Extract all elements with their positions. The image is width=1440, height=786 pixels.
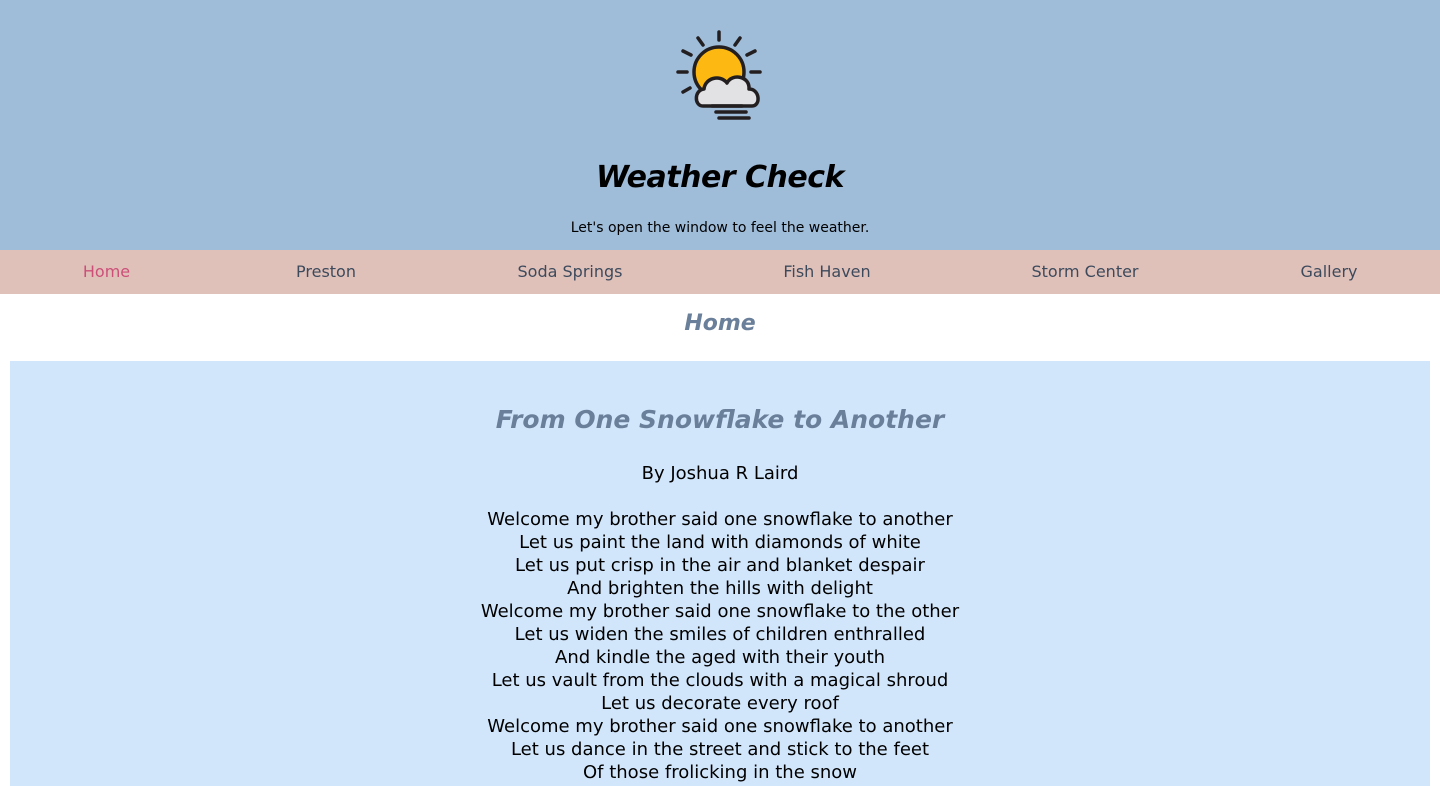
nav-item-fish-haven[interactable]: Fish Haven — [765, 250, 889, 294]
poem-line: Of those frolicking in the snow — [582, 762, 858, 783]
poem-line: Welcome my brother said one snowflake to… — [487, 716, 953, 737]
main-navigation: Home Preston Soda Springs Fish Haven Sto… — [0, 250, 1440, 294]
page-title: Home — [684, 311, 756, 336]
site-tagline: Let's open the window to feel the weathe… — [570, 220, 870, 236]
nav-item-home[interactable]: Home — [59, 250, 154, 294]
site-header: Weather Check Let's open the window to f… — [0, 0, 1440, 250]
poem-line: Let us decorate every roof — [601, 693, 839, 714]
poem-panel: From One Snowflake to Another By Joshua … — [10, 361, 1430, 786]
site-title: Weather Check — [595, 160, 845, 195]
poem-line: Welcome my brother said one snowflake to… — [487, 509, 953, 530]
poem-line: And kindle the aged with their youth — [555, 647, 885, 668]
poem-line: And brighten the hills with delight — [567, 578, 873, 599]
sun-behind-cloud-icon — [676, 30, 762, 120]
nav-item-storm-center[interactable]: Storm Center — [1011, 250, 1159, 294]
poem-author: By Joshua R Laird — [641, 463, 799, 484]
nav-item-soda-springs[interactable]: Soda Springs — [500, 250, 640, 294]
poem-line: Let us widen the smiles of children enth… — [514, 624, 926, 645]
nav-item-preston[interactable]: Preston — [275, 250, 377, 294]
poem-line: Let us put crisp in the air and blanket … — [515, 555, 925, 576]
poem-body: Welcome my brother said one snowflake to… — [10, 508, 1430, 784]
nav-item-gallery[interactable]: Gallery — [1283, 250, 1375, 294]
poem-line: Let us vault from the clouds with a magi… — [491, 670, 949, 691]
poem-line: Let us paint the land with diamonds of w… — [519, 532, 921, 553]
poem-line: Welcome my brother said one snowflake to… — [480, 601, 960, 622]
poem-line: Let us dance in the street and stick to … — [510, 739, 930, 760]
poem-title: From One Snowflake to Another — [495, 405, 945, 434]
